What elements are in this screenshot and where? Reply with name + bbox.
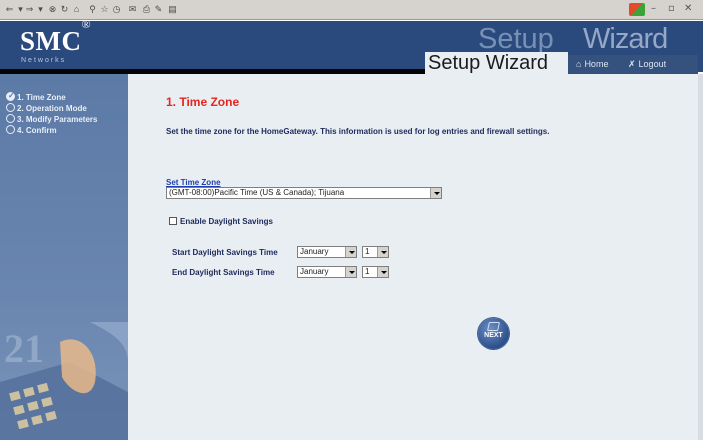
nav-logout-link[interactable]: ✗ Logout <box>628 59 666 70</box>
page-title: 1. Time Zone <box>166 95 240 109</box>
sidebar-art-number: 21 <box>4 326 44 371</box>
nav-home-link[interactable]: ⌂ Home <box>576 59 608 69</box>
end-day-value: 1 <box>365 267 370 276</box>
home-browser-icon[interactable]: ⌂ <box>72 4 81 14</box>
logo-subtitle: Networks <box>21 57 67 64</box>
step-pending-icon <box>6 103 15 112</box>
header-watermark-wizard: Wizard <box>583 23 668 55</box>
mail-icon[interactable]: ✉ <box>128 4 137 14</box>
favorites-icon[interactable]: ☆ <box>100 4 109 14</box>
daylight-savings-checkbox[interactable] <box>169 217 177 225</box>
next-button[interactable]: NEXT <box>478 318 509 349</box>
restore-icon[interactable]: ▫ <box>668 3 675 16</box>
next-arrow-icon <box>487 322 500 331</box>
discuss-icon[interactable]: ▤ <box>168 4 177 14</box>
windows-logo-icon <box>629 3 645 16</box>
timezone-select-value: (GMT-08:00)Pacific Time (US & Canada); T… <box>169 188 345 197</box>
next-button-label: NEXT <box>484 332 503 339</box>
header-title: Setup Wizard <box>428 52 549 74</box>
sidebar-keyboard-image: 21 <box>0 322 128 440</box>
start-day-select[interactable]: 1 <box>362 246 389 258</box>
chevron-down-icon <box>345 267 356 277</box>
home-icon: ⌂ <box>576 59 582 69</box>
page-description: Set the time zone for the HomeGateway. T… <box>166 127 550 136</box>
chevron-down-icon <box>377 267 388 277</box>
step-done-icon <box>6 91 15 101</box>
search-icon[interactable]: ⚲ <box>88 4 97 14</box>
smc-logo: SMC® <box>20 17 92 56</box>
page-title-tab: Setup Wizard <box>425 52 568 75</box>
history-icon[interactable]: ◷ <box>112 4 121 14</box>
minimize-icon[interactable]: – <box>651 3 656 16</box>
logout-icon: ✗ <box>628 59 636 69</box>
timezone-label: Set Time Zone <box>166 178 221 187</box>
chevron-down-icon <box>345 247 356 257</box>
stop-icon[interactable]: ⊗ <box>48 4 57 14</box>
right-border <box>698 74 703 440</box>
sidebar-step-time-zone[interactable]: 1. Time Zone <box>6 91 66 102</box>
step-pending-icon <box>6 114 15 123</box>
start-day-value: 1 <box>365 247 370 256</box>
back-icon[interactable]: ⇐ <box>5 4 14 14</box>
forward-dropdown-icon[interactable]: ▾ <box>36 4 45 14</box>
sidebar-step-confirm[interactable]: 4. Confirm <box>6 125 57 135</box>
timezone-select[interactable]: (GMT-08:00)Pacific Time (US & Canada); T… <box>166 187 442 199</box>
refresh-icon[interactable]: ↻ <box>60 4 69 14</box>
start-dst-label: Start Daylight Savings Time <box>172 248 278 257</box>
end-day-select[interactable]: 1 <box>362 266 389 278</box>
chevron-down-icon <box>377 247 388 257</box>
end-month-select[interactable]: January <box>297 266 357 278</box>
sidebar-step-operation-mode[interactable]: 2. Operation Mode <box>6 103 87 113</box>
print-icon[interactable]: ⎙ <box>142 4 151 14</box>
end-dst-label: End Daylight Savings Time <box>172 268 275 277</box>
start-month-value: January <box>300 247 329 256</box>
edit-icon[interactable]: ✎ <box>154 4 163 14</box>
browser-toolbar: ⇐ ▾ ⇒ ▾ ⊗ ↻ ⌂ ⚲ ☆ ◷ ✉ ⎙ ✎ ▤ – ▫ ✕ <box>0 0 703 20</box>
back-dropdown-icon[interactable]: ▾ <box>16 4 25 14</box>
sidebar-step-modify-parameters[interactable]: 3. Modify Parameters <box>6 114 97 124</box>
daylight-savings-label: Enable Daylight Savings <box>180 217 273 226</box>
forward-icon[interactable]: ⇒ <box>25 4 34 14</box>
start-month-select[interactable]: January <box>297 246 357 258</box>
chevron-down-icon <box>430 188 441 198</box>
end-month-value: January <box>300 267 329 276</box>
step-pending-icon <box>6 125 15 134</box>
daylight-savings-toggle[interactable]: Enable Daylight Savings <box>169 217 273 226</box>
close-icon[interactable]: ✕ <box>684 3 692 16</box>
